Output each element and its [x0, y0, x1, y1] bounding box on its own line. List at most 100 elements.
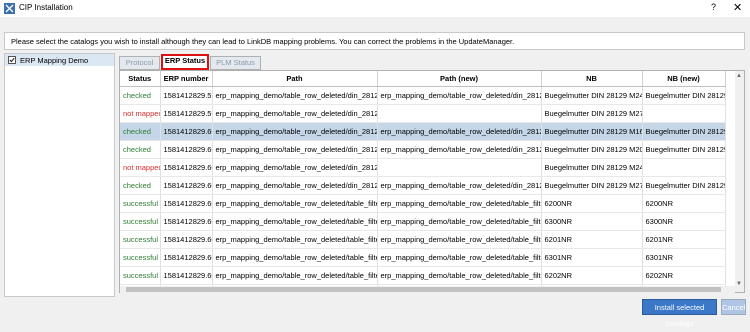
cancel-button[interactable]: Cancel [721, 299, 746, 315]
scroll-up-icon[interactable]: ▲ [736, 73, 742, 79]
close-button[interactable]: ✕ [733, 1, 742, 14]
title-bar: CIP Installation ? ✕ [0, 0, 750, 17]
cell-erp-number: 1581412829.600 [160, 122, 213, 141]
cell-status: checked [120, 86, 161, 105]
cell-path-new: erp_mapping_demo/table_row_deleted/table… [377, 194, 542, 213]
cell-erp-number: 1581412829.608 [160, 266, 213, 285]
cell-nb-new: Buegelmutter DIN 28129 M16 [642, 122, 726, 141]
cell-erp-number: 1581412829.603 [160, 176, 213, 195]
table-row[interactable]: successful1581412829.607erp_mapping_demo… [120, 248, 726, 267]
table-row[interactable]: successful1581412829.605erp_mapping_demo… [120, 212, 726, 231]
app-icon [4, 3, 15, 14]
vertical-scrollbar[interactable]: ▲ ▼ [735, 71, 744, 292]
tab-protocol[interactable]: Protocol [119, 56, 160, 70]
cell-erp-number: 1581412829.598 [160, 86, 213, 105]
table-row[interactable]: not mapped1581412829.602erp_mapping_demo… [120, 158, 726, 177]
table-row[interactable]: not mapped1581412829.599erp_mapping_demo… [120, 104, 726, 123]
cell-path: erp_mapping_demo/table_row_deleted/din_2… [212, 122, 378, 141]
cell-status: not mapped [120, 104, 161, 123]
tab-erp-status[interactable]: ERP Status [161, 54, 209, 70]
table-row[interactable]: successful1581412829.606erp_mapping_demo… [120, 230, 726, 249]
help-button[interactable]: ? [711, 2, 716, 12]
cell-status: successful [120, 212, 161, 231]
cell-status: successful [120, 194, 161, 213]
cell-erp-number: 1581412829.604 [160, 194, 213, 213]
cell-path: erp_mapping_demo/table_row_deleted/din_2… [212, 158, 378, 177]
cell-path: erp_mapping_demo/table_row_deleted/table… [212, 266, 378, 285]
table-row[interactable]: checked1581412829.600erp_mapping_demo/ta… [120, 122, 726, 141]
column-header-path[interactable]: Path [212, 71, 378, 87]
table-row[interactable]: successful1581412829.604erp_mapping_demo… [120, 194, 726, 213]
cell-path-new: erp_mapping_demo/table_row_deleted/table… [377, 230, 542, 249]
cell-path: erp_mapping_demo/table_row_deleted/table… [212, 212, 378, 231]
cell-nb-new: 6200NR [642, 194, 726, 213]
cell-path-new: erp_mapping_demo/table_row_deleted/table… [377, 212, 542, 231]
table-row[interactable]: checked1581412829.601erp_mapping_demo/ta… [120, 140, 726, 159]
erp-status-table: Status ERP number Path Path (new) NB NB … [119, 70, 745, 293]
scrollbar-thumb[interactable] [126, 287, 721, 292]
cell-path: erp_mapping_demo/table_row_deleted/table… [212, 248, 378, 267]
cell-nb: Buegelmutter DIN 28129 M24 [541, 158, 643, 177]
cell-nb-new: 6300NR [642, 212, 726, 231]
cell-nb-new: Buegelmutter DIN 28129 M27 [642, 176, 726, 195]
cell-nb-new: 6201NR [642, 230, 726, 249]
column-header-nb-new[interactable]: NB (new) [642, 71, 726, 87]
cell-path-new: erp_mapping_demo/table_row_deleted/table… [377, 266, 542, 285]
cell-nb: Buegelmutter DIN 28129 M20 [541, 140, 643, 159]
cell-nb-new [642, 158, 726, 177]
cell-erp-number: 1581412829.601 [160, 140, 213, 159]
cell-nb: 6301NR [541, 248, 643, 267]
cell-path: erp_mapping_demo/table_row_deleted/din_2… [212, 176, 378, 195]
cell-nb: 6200NR [541, 194, 643, 213]
cell-path: erp_mapping_demo/table_row_deleted/din_2… [212, 140, 378, 159]
catalog-list: ERP Mapping Demo [4, 53, 115, 297]
cell-nb: 6202NR [541, 266, 643, 285]
column-header-nb[interactable]: NB [541, 71, 643, 87]
cell-path: erp_mapping_demo/table_row_deleted/table… [212, 230, 378, 249]
horizontal-scrollbar[interactable] [120, 286, 735, 293]
cell-path-new: erp_mapping_demo/table_row_deleted/din_2… [377, 140, 542, 159]
cell-status: successful [120, 230, 161, 249]
cell-erp-number: 1581412829.606 [160, 230, 213, 249]
cell-path: erp_mapping_demo/table_row_deleted/din_2… [212, 86, 378, 105]
cell-path: erp_mapping_demo/table_row_deleted/din_2… [212, 104, 378, 123]
cell-path-new: erp_mapping_demo/table_row_deleted/din_2… [377, 86, 542, 105]
catalog-checkbox[interactable] [8, 56, 16, 64]
catalog-item-label: ERP Mapping Demo [20, 56, 89, 65]
cell-nb: Buegelmutter DIN 28129 M27 [541, 104, 643, 123]
install-selected-catalogs-button[interactable]: Install selected catalogs [642, 299, 717, 328]
cell-status: successful [120, 266, 161, 285]
cell-status: not mapped [120, 158, 161, 177]
cell-nb: Buegelmutter DIN 28129 M27 [541, 176, 643, 195]
cell-nb-new: Buegelmutter DIN 28129 M24 [642, 86, 726, 105]
scroll-down-icon[interactable]: ▼ [736, 281, 742, 287]
table-row[interactable]: checked1581412829.603erp_mapping_demo/ta… [120, 176, 726, 195]
cell-path: erp_mapping_demo/table_row_deleted/table… [212, 194, 378, 213]
cell-nb: 6300NR [541, 212, 643, 231]
cell-nb: 6201NR [541, 230, 643, 249]
cell-status: checked [120, 122, 161, 141]
cell-nb-new: 6301NR [642, 248, 726, 267]
cell-path-new: erp_mapping_demo/table_row_deleted/table… [377, 248, 542, 267]
table-header-row: Status ERP number Path Path (new) NB NB … [120, 71, 726, 87]
catalog-item-erp-mapping-demo[interactable]: ERP Mapping Demo [5, 54, 114, 66]
tab-plm-status[interactable]: PLM Status [210, 56, 261, 70]
cell-path-new: erp_mapping_demo/table_row_deleted/din_2… [377, 176, 542, 195]
column-header-erp-number[interactable]: ERP number [160, 71, 213, 87]
cell-status: checked [120, 140, 161, 159]
table-row[interactable]: checked1581412829.598erp_mapping_demo/ta… [120, 86, 726, 105]
cell-path-new [377, 104, 542, 123]
cell-erp-number: 1581412829.602 [160, 158, 213, 177]
cell-nb-new: 6202NR [642, 266, 726, 285]
notice-box: Please select the catalogs you wish to i… [4, 32, 745, 50]
cell-path-new [377, 158, 542, 177]
window-title: CIP Installation [19, 3, 73, 12]
cell-status: successful [120, 248, 161, 267]
cell-status: checked [120, 176, 161, 195]
column-header-status[interactable]: Status [120, 71, 161, 87]
cell-nb: Buegelmutter DIN 28129 M24 [541, 86, 643, 105]
table-row[interactable]: successful1581412829.608erp_mapping_demo… [120, 266, 726, 285]
cell-path-new: erp_mapping_demo/table_row_deleted/din_2… [377, 122, 542, 141]
cell-erp-number: 1581412829.605 [160, 212, 213, 231]
column-header-path-new[interactable]: Path (new) [377, 71, 542, 87]
